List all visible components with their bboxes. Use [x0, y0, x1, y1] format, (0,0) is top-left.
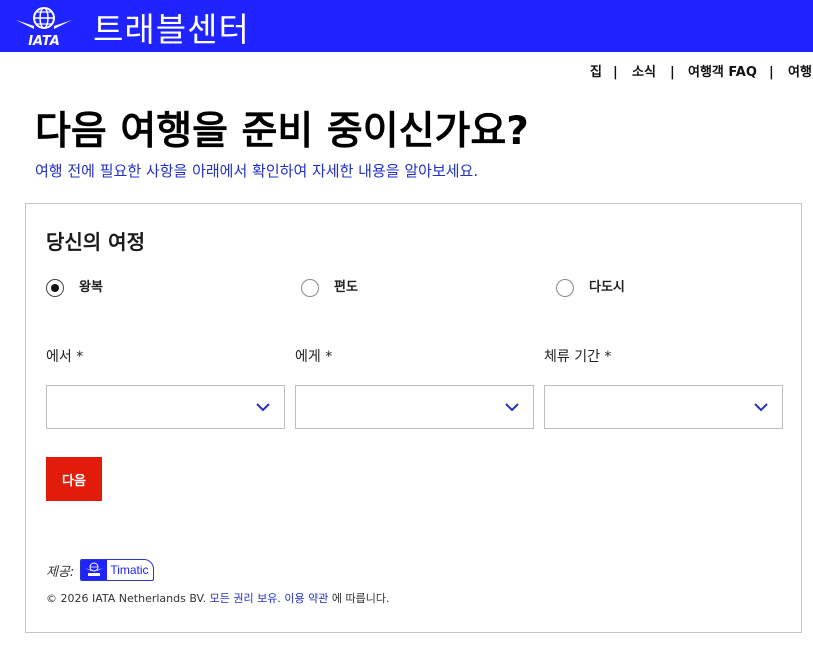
timatic-badge[interactable]: Timatic	[80, 559, 154, 581]
nav-separator: |	[613, 65, 618, 80]
itinerary-title: 당신의 여정	[46, 230, 145, 254]
nav-item-news[interactable]: 소식	[632, 63, 656, 83]
nav-separator: |	[769, 65, 774, 80]
timatic-name: Timatic	[110, 563, 149, 577]
page-subtitle: 여행 전에 필요한 사항을 아래에서 확인하여 자세한 내용을 알아보세요.	[35, 162, 479, 180]
header-bar: IATA 트래블센터	[0, 0, 813, 52]
provided-label: 제공:	[46, 564, 75, 580]
radio-circle[interactable]	[301, 279, 319, 297]
radio-one-way[interactable]: 편도	[301, 277, 358, 299]
chevron-down-icon	[256, 403, 270, 412]
radio-circle-checked[interactable]	[46, 279, 64, 297]
to-select[interactable]	[295, 385, 534, 429]
radio-multi-city[interactable]: 다도시	[556, 277, 625, 299]
copyright-text: © 2026 IATA Netherlands BV.	[46, 592, 207, 605]
radio-round-trip[interactable]: 왕복	[46, 277, 103, 299]
brand-title[interactable]: 트래블센터	[93, 10, 250, 50]
radio-label: 다도시	[589, 280, 625, 295]
nav-item-home[interactable]: 집	[590, 63, 602, 83]
nav-item-travel[interactable]: 여행	[788, 63, 812, 83]
stay-duration-select[interactable]	[544, 385, 783, 429]
nav-separator: |	[670, 65, 675, 80]
logo-text: IATA	[28, 34, 60, 48]
chevron-down-icon	[754, 403, 768, 412]
from-select[interactable]	[46, 385, 285, 429]
footer-copyright: © 2026 IATA Netherlands BV. 모든 권리 보유. 이용…	[46, 591, 389, 607]
to-label: 에게 *	[295, 349, 333, 365]
radio-dot	[51, 284, 59, 292]
rights-link[interactable]: 모든 권리 보유.	[210, 592, 281, 605]
provided-by: 제공: Timatic	[46, 557, 154, 583]
terms-link[interactable]: 이용 약관	[284, 592, 328, 605]
next-button[interactable]: 다음	[46, 457, 102, 501]
iata-logo-icon[interactable]: IATA	[14, 6, 74, 48]
radio-circle[interactable]	[556, 279, 574, 297]
from-label: 에서 *	[46, 349, 84, 365]
page-title: 다음 여행을 준비 중이신가요?	[35, 109, 529, 154]
chevron-down-icon	[505, 403, 519, 412]
itinerary-card: 당신의 여정 왕복 편도 다도시 에서 * 에게 * 체류 기간 * 다음 제공…	[25, 203, 802, 633]
iata-mini-logo-icon	[81, 560, 108, 580]
footer-suffix: 에 따릅니다.	[331, 592, 390, 605]
stay-duration-label: 체류 기간 *	[544, 349, 612, 365]
radio-label: 편도	[334, 280, 358, 295]
nav-item-faq[interactable]: 여행객 FAQ	[688, 63, 757, 83]
radio-label: 왕복	[79, 280, 103, 295]
